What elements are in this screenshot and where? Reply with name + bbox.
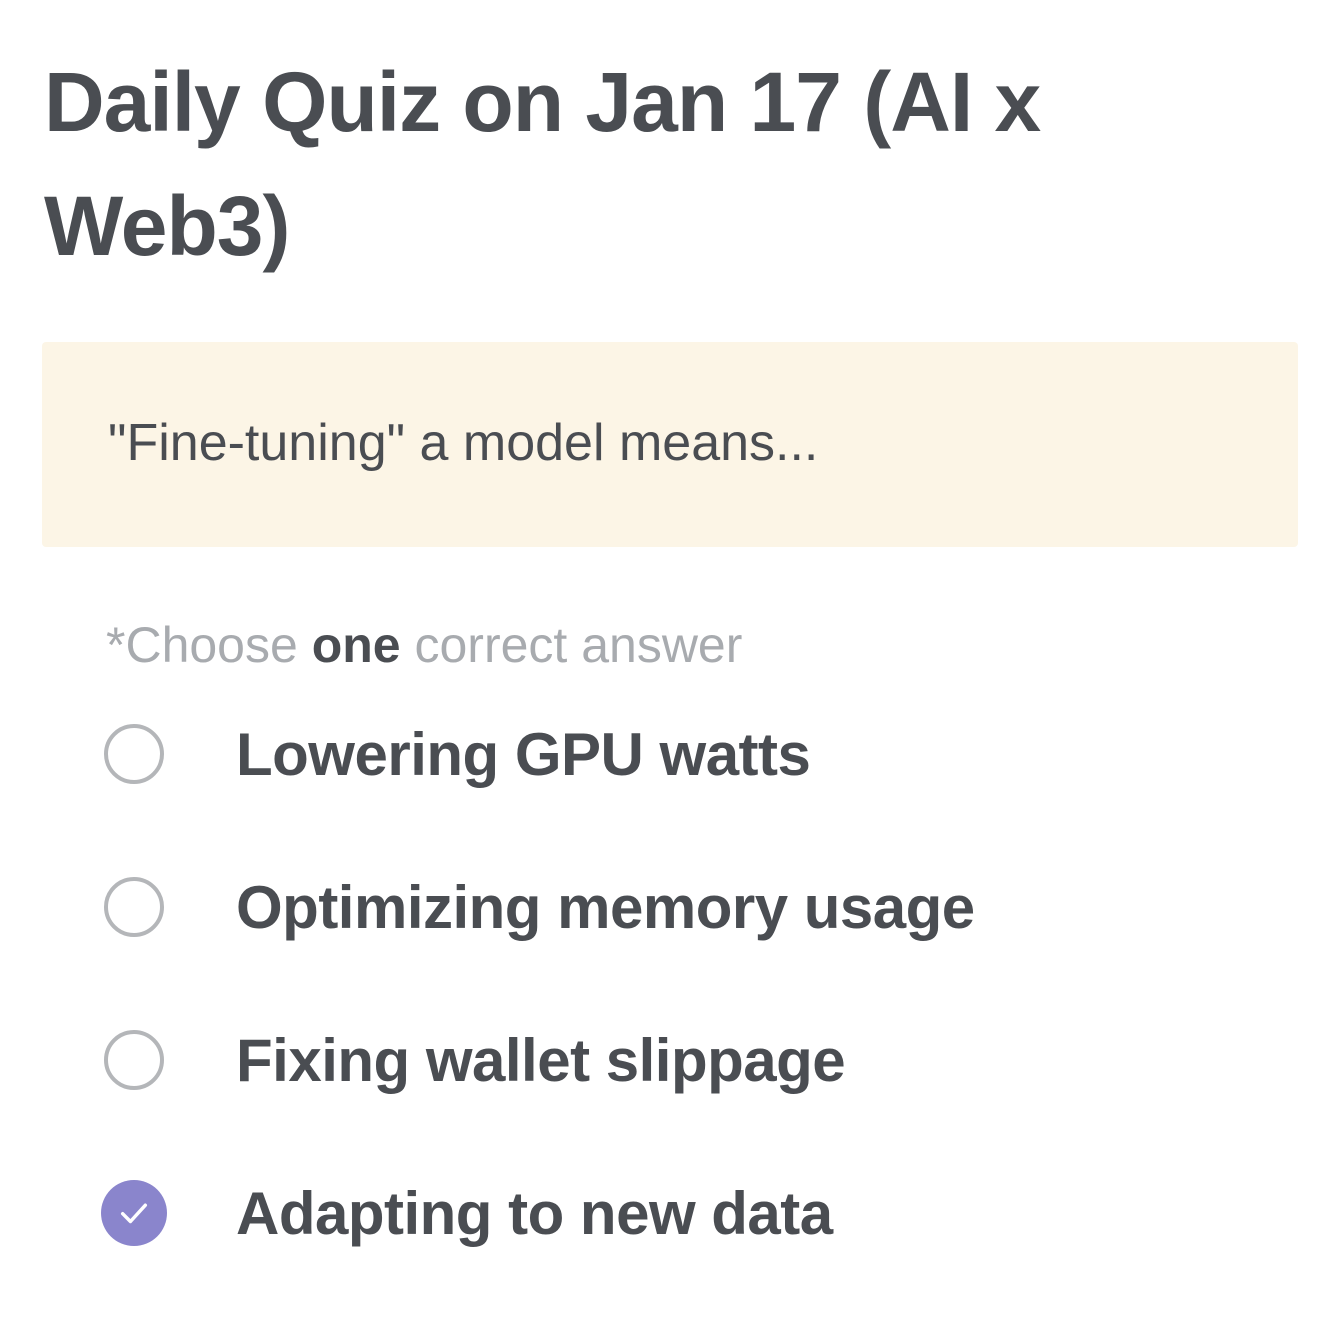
answer-options: Lowering GPU watts Optimizing memory usa… [101, 705, 1204, 1317]
radio-unchecked-icon[interactable] [104, 724, 164, 784]
answer-option-label: Fixing wallet slippage [236, 1026, 846, 1094]
answer-option-2[interactable]: Optimizing memory usage [104, 858, 1204, 956]
answer-option-4[interactable]: Adapting to new data [101, 1164, 1204, 1262]
page-title: Daily Quiz on Jan 17 (AI x Web3) [44, 55, 1041, 273]
answer-option-1[interactable]: Lowering GPU watts [104, 705, 1204, 803]
instruction-emphasis: one [311, 617, 401, 673]
answer-option-label: Lowering GPU watts [236, 720, 811, 788]
question-box: "Fine-tuning" a model means... [42, 342, 1298, 547]
radio-checked-icon[interactable] [101, 1180, 167, 1246]
instruction-prefix: *Choose [106, 617, 312, 673]
instruction-text: *Choose one correct answer [106, 616, 742, 674]
radio-unchecked-icon[interactable] [104, 877, 164, 937]
answer-option-label: Optimizing memory usage [236, 873, 975, 941]
question-text: "Fine-tuning" a model means... [108, 413, 819, 472]
instruction-suffix: correct answer [400, 617, 743, 673]
radio-unchecked-icon[interactable] [104, 1030, 164, 1090]
check-icon [120, 1203, 148, 1224]
answer-option-label: Adapting to new data [236, 1179, 833, 1247]
answer-option-3[interactable]: Fixing wallet slippage [104, 1011, 1204, 1109]
